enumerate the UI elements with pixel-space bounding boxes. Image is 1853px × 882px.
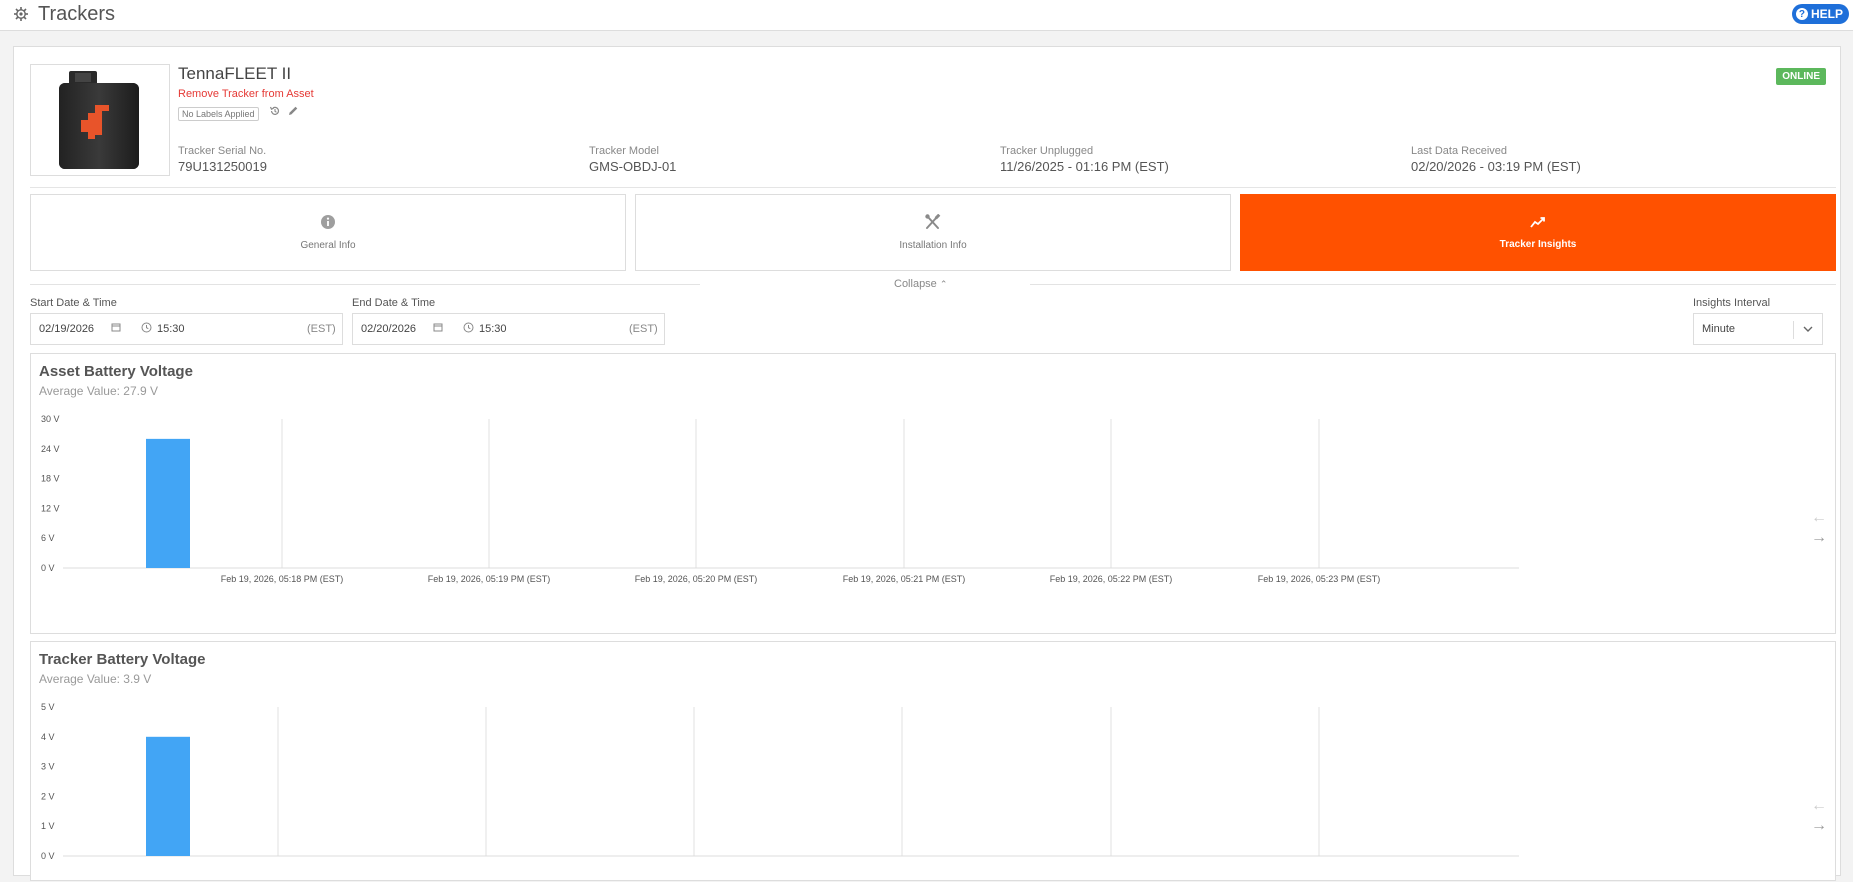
- tracker-battery-voltage-chart: Tracker Battery Voltage Average Value: 3…: [30, 641, 1836, 881]
- model-value: GMS-OBDJ-01: [589, 159, 677, 174]
- end-timezone: (EST): [629, 323, 658, 335]
- unplugged-label: Tracker Unplugged: [1000, 145, 1094, 157]
- y-tick-label: 0 V: [41, 563, 55, 573]
- arrow-right-icon[interactable]: →: [1811, 817, 1827, 835]
- tracker-tabs: General Info Installation Info Tracker I…: [30, 194, 1836, 271]
- chart-plot: 0 V 6 V 12 V 18 V 24 V 30 V Feb 19, 2026, 05:1…: [41, 414, 1519, 584]
- x-tick-label: Feb 19, 2026, 05:22 PM (EST): [1050, 574, 1173, 584]
- y-tick-label: 5 V: [41, 702, 55, 712]
- calendar-icon[interactable]: [111, 322, 121, 335]
- status-badge: ONLINE: [1776, 68, 1826, 85]
- tab-tracker-insights[interactable]: Tracker Insights: [1240, 194, 1836, 271]
- y-tick-label: 4 V: [41, 732, 55, 742]
- arrow-left-icon[interactable]: ←: [1811, 797, 1827, 815]
- start-datetime-field[interactable]: 02/19/2026 15:30 (EST): [30, 313, 343, 345]
- chart-plot: 0 V 1 V 2 V 3 V 4 V 5 V: [41, 702, 1519, 861]
- start-datetime-label: Start Date & Time: [30, 297, 117, 309]
- x-tick-label: Feb 19, 2026, 05:18 PM (EST): [221, 574, 344, 584]
- start-timezone: (EST): [307, 323, 336, 335]
- bar: [146, 438, 190, 568]
- arrow-left-icon[interactable]: ←: [1811, 509, 1827, 527]
- edit-pencil-icon[interactable]: [287, 105, 299, 117]
- history-icon[interactable]: [269, 105, 281, 117]
- start-date-value: 02/19/2026: [39, 323, 95, 335]
- select-divider: [1793, 321, 1794, 339]
- info-icon: [321, 215, 335, 229]
- tab-installation-info[interactable]: Installation Info: [635, 194, 1231, 271]
- serial-label: Tracker Serial No.: [178, 145, 267, 157]
- x-tick-label: Feb 19, 2026, 05:23 PM (EST): [1258, 574, 1381, 584]
- model-info: Tracker Model GMS-OBDJ-01: [589, 145, 676, 174]
- collapse-toggle[interactable]: Collapse ⌃: [894, 278, 947, 290]
- collapse-row: Collapse ⌃: [30, 278, 1836, 292]
- serial-value: 79U131250019: [178, 159, 267, 174]
- labels-chip: No Labels Applied: [178, 107, 259, 121]
- chart-nav: ← →: [1811, 797, 1827, 835]
- tab-general-info-label: General Info: [300, 240, 356, 251]
- collapse-line-right: [1030, 284, 1836, 285]
- y-tick-label: 24 V: [41, 444, 60, 454]
- y-tick-label: 0 V: [41, 851, 55, 861]
- interval-value: Minute: [1702, 323, 1736, 335]
- label-actions: [269, 105, 299, 117]
- chevron-up-icon: ⌃: [939, 279, 948, 289]
- help-button[interactable]: ? HELP: [1791, 4, 1849, 24]
- chart-nav: ← →: [1811, 509, 1827, 547]
- obd-device-image: [59, 71, 139, 169]
- page-title: Trackers: [38, 3, 116, 25]
- help-label: HELP: [1810, 7, 1843, 21]
- tracker-thumbnail: [30, 64, 170, 176]
- remove-tracker-link[interactable]: Remove Tracker from Asset: [178, 88, 314, 100]
- y-tick-label: 2 V: [41, 791, 55, 801]
- y-tick-label: 3 V: [41, 762, 55, 772]
- tools-icon: [925, 214, 941, 229]
- clock-icon[interactable]: [141, 322, 152, 336]
- end-datetime-label: End Date & Time: [352, 297, 436, 309]
- chevron-down-icon: [1803, 326, 1813, 332]
- tab-tracker-insights-label: Tracker Insights: [1499, 239, 1577, 250]
- tab-installation-info-label: Installation Info: [899, 240, 967, 251]
- collapse-label: Collapse: [894, 278, 937, 290]
- x-tick-label: Feb 19, 2026, 05:20 PM (EST): [635, 574, 758, 584]
- end-date-value: 02/20/2026: [361, 323, 417, 335]
- top-bar: Trackers ? HELP: [0, 0, 1853, 31]
- end-time-value: 15:30: [479, 323, 507, 335]
- collapse-line-left: [30, 284, 700, 285]
- y-tick-label: 6 V: [41, 533, 55, 543]
- divider: [30, 187, 1836, 188]
- unplugged-value: 11/26/2025 - 01:16 PM (EST): [1000, 159, 1169, 174]
- end-datetime-field[interactable]: 02/20/2026 15:30 (EST): [352, 313, 665, 345]
- gear-icon: [14, 7, 28, 21]
- x-tick-label: Feb 19, 2026, 05:19 PM (EST): [428, 574, 551, 584]
- insights-interval-label: Insights Interval: [1693, 297, 1771, 309]
- y-tick-label: 30 V: [41, 414, 60, 424]
- y-tick-label: 1 V: [41, 821, 55, 831]
- model-label: Tracker Model: [589, 145, 659, 157]
- insights-interval-select[interactable]: Minute: [1693, 313, 1823, 345]
- arrow-right-icon[interactable]: →: [1811, 529, 1827, 547]
- tracker-name: TennaFLEET II: [178, 64, 292, 83]
- last-data-label: Last Data Received: [1411, 145, 1507, 157]
- x-tick-label: Feb 19, 2026, 05:21 PM (EST): [843, 574, 966, 584]
- y-tick-label: 18 V: [41, 474, 60, 484]
- last-data-info: Last Data Received 02/20/2026 - 03:19 PM…: [1411, 145, 1581, 174]
- tab-general-info[interactable]: General Info: [30, 194, 626, 271]
- bar: [146, 736, 190, 856]
- calendar-icon[interactable]: [433, 322, 443, 335]
- unplugged-info: Tracker Unplugged 11/26/2025 - 01:16 PM …: [1000, 145, 1169, 174]
- asset-battery-voltage-chart: Asset Battery Voltage Average Value: 27.…: [30, 353, 1836, 634]
- trend-line-icon: [1530, 217, 1545, 228]
- start-time-value: 15:30: [157, 323, 185, 335]
- question-icon: ?: [1795, 8, 1808, 20]
- clock-icon[interactable]: [463, 322, 474, 336]
- tracker-panel: TennaFLEET II Remove Tracker from Asset …: [13, 46, 1841, 881]
- serial-info: Tracker Serial No. 79U131250019: [178, 145, 267, 174]
- y-tick-label: 12 V: [41, 503, 60, 513]
- last-data-value: 02/20/2026 - 03:19 PM (EST): [1411, 159, 1581, 174]
